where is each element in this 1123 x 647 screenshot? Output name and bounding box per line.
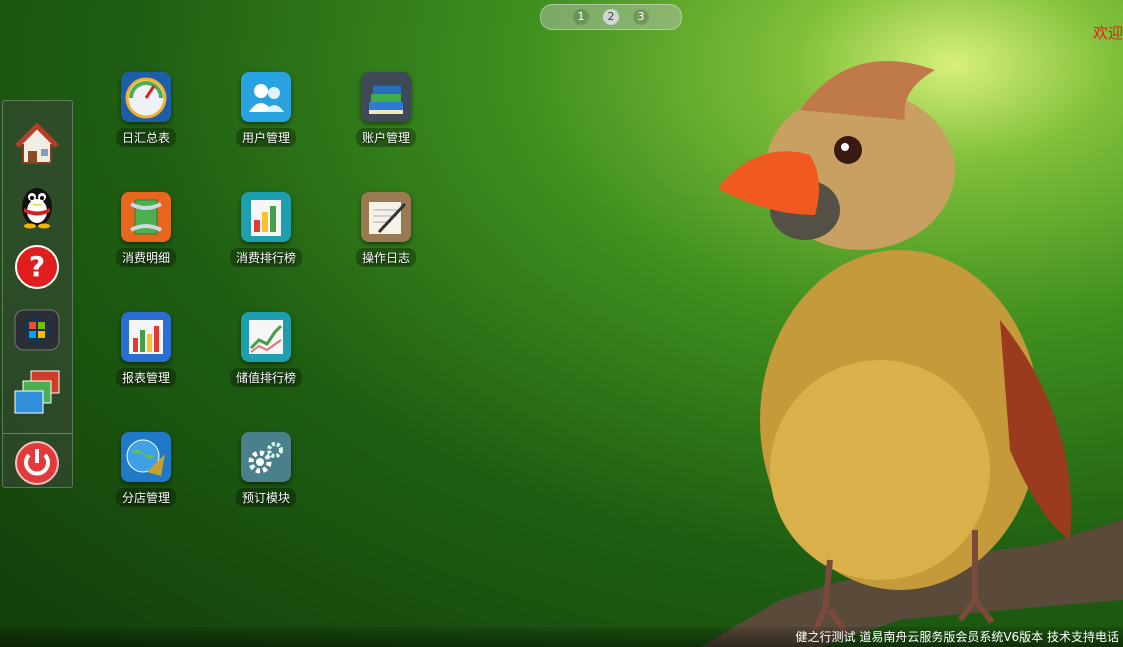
help-icon[interactable]: ?	[13, 243, 61, 291]
notepad-pen-icon	[361, 192, 411, 242]
app-label: 分店管理	[115, 488, 176, 507]
app-label: 预订模块	[235, 488, 296, 507]
app-label: 账户管理	[355, 128, 416, 147]
windows-stack-icon[interactable]	[13, 369, 61, 417]
windows-icon[interactable]	[13, 306, 61, 354]
app-label: 报表管理	[115, 368, 176, 387]
qq-penguin-icon[interactable]	[13, 181, 61, 229]
app-account-management[interactable]: 账户管理	[336, 72, 436, 147]
svg-text:?: ?	[29, 250, 45, 283]
report-bars-icon	[121, 312, 171, 362]
compress-icon	[121, 192, 171, 242]
app-label: 消费排行榜	[229, 248, 302, 267]
app-label: 操作日志	[355, 248, 416, 267]
line-chart-icon	[241, 312, 291, 362]
users-icon	[241, 72, 291, 122]
gears-icon	[241, 432, 291, 482]
app-report-management[interactable]: 报表管理	[96, 312, 196, 387]
app-user-management[interactable]: 用户管理	[216, 72, 316, 147]
globe-sextant-icon	[121, 432, 171, 482]
app-label: 用户管理	[235, 128, 296, 147]
app-consumption-ranking[interactable]: 消费排行榜	[216, 192, 316, 267]
app-consumption-detail[interactable]: 消费明细	[96, 192, 196, 267]
app-daily-summary[interactable]: 日汇总表	[96, 72, 196, 147]
footer-status: 健之行测试 道易南舟云服务版会员系统V6版本 技术支持电话	[0, 627, 1123, 647]
app-label: 储值排行榜	[229, 368, 302, 387]
gauge-icon	[121, 72, 171, 122]
app-stored-value-ranking[interactable]: 储值排行榜	[216, 312, 316, 387]
app-label: 日汇总表	[115, 128, 176, 147]
page-dot-2[interactable]: 2	[603, 9, 619, 25]
page-dot-3[interactable]: 3	[633, 9, 649, 25]
app-booking-module[interactable]: 预订模块	[216, 432, 316, 507]
welcome-text: 欢迎	[1092, 24, 1123, 42]
bar-chart-icon	[241, 192, 291, 242]
home-icon[interactable]	[13, 121, 61, 169]
page-indicator: 1 2 3	[540, 4, 682, 30]
page-dot-1[interactable]: 1	[573, 9, 589, 25]
power-icon[interactable]	[13, 439, 61, 487]
app-operation-log[interactable]: 操作日志	[336, 192, 436, 267]
dock-divider	[3, 433, 72, 434]
books-icon	[361, 72, 411, 122]
app-label: 消费明细	[115, 248, 176, 267]
side-dock: ?	[2, 100, 73, 488]
app-branch-management[interactable]: 分店管理	[96, 432, 196, 507]
